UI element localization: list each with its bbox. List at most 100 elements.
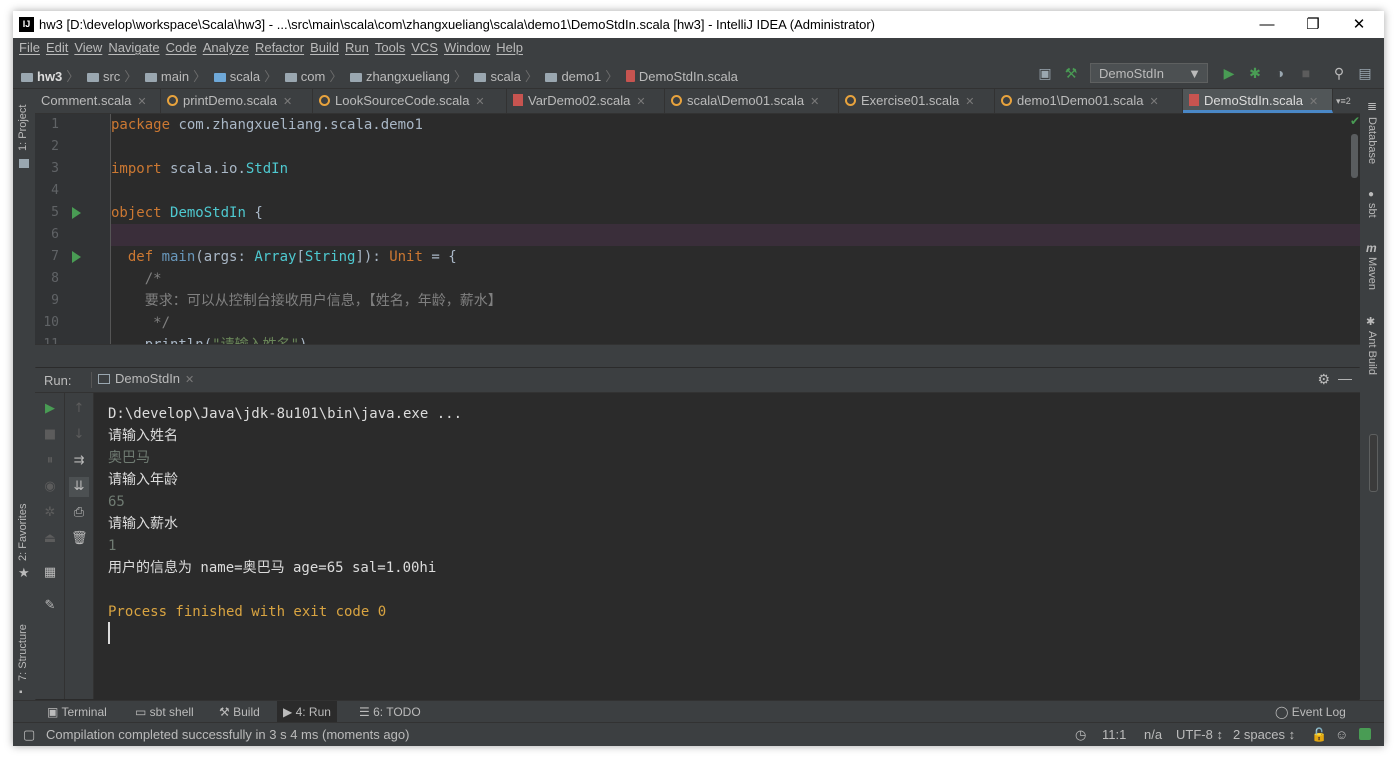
run-tab-demostdin[interactable]: DemoStdIn ✕ [94, 371, 198, 386]
coverage-icon[interactable]: ◑ [1272, 65, 1288, 81]
menu-tools[interactable]: Tools [372, 38, 408, 55]
tab-printdemo[interactable]: printDemo.scala ✕ [161, 89, 313, 113]
breadcrumb-scala[interactable]: scala 〉 [213, 66, 277, 85]
scroll-to-end-icon[interactable]: ⇊ [69, 477, 89, 497]
breadcrumb-com[interactable]: com 〉 [284, 66, 342, 85]
tab-scala-demo01[interactable]: scala\Demo01.scala ✕ [665, 89, 839, 113]
build-hammer-icon[interactable]: ⚒ [1063, 65, 1079, 81]
inspector-icon[interactable]: ☺ [1335, 727, 1348, 742]
menu-refactor[interactable]: Refactor [252, 38, 307, 55]
side-tab-ant-build[interactable]: Ant Build [1366, 331, 1378, 375]
breadcrumb-scala-package[interactable]: scala 〉 [474, 66, 538, 85]
gear-icon[interactable]: ⚙ [1317, 371, 1330, 388]
up-arrow-icon[interactable]: ↑ [71, 401, 87, 417]
status-toggle-icon[interactable]: ▢ [23, 727, 35, 743]
gutter-run-icon[interactable] [72, 251, 81, 263]
tab-build[interactable]: ⚒ Build [219, 705, 260, 719]
editor-run-splitter[interactable] [35, 344, 1360, 367]
down-arrow-icon[interactable]: ↓ [71, 427, 87, 443]
menu-vcs[interactable]: VCS [408, 38, 441, 55]
editor-scrollbar[interactable] [1351, 134, 1358, 178]
layout-icon[interactable]: ▦ [42, 565, 58, 581]
tab-demostdin[interactable]: DemoStdIn.scala ✕ [1183, 89, 1333, 113]
close-tab-icon[interactable]: ✕ [283, 96, 292, 108]
search-icon[interactable]: ⚲ [1331, 65, 1347, 81]
dump-threads-icon[interactable]: ◉ [42, 479, 58, 495]
code-line[interactable]: 9 要求：可以从控制台接收用户信息，【姓名，年龄，薪水】 [35, 290, 1360, 312]
tab-todo[interactable]: ☰ 6: TODO [359, 705, 421, 719]
lock-icon[interactable]: 🔓 [1311, 727, 1327, 743]
pause-icon[interactable]: ⏸ [42, 453, 58, 469]
tab-vardemo02[interactable]: VarDemo02.scala ✕ [507, 89, 665, 113]
code-line[interactable]: 4 [35, 180, 1360, 202]
code-line[interactable]: 1 package com.zhangxueliang.scala.demo1 [35, 114, 1360, 136]
stop-icon[interactable]: ■ [42, 427, 58, 443]
breadcrumb-project[interactable]: hw3 〉 [21, 66, 79, 85]
menu-view[interactable]: View [71, 38, 105, 55]
tab-terminal[interactable]: ▣ Terminal [47, 705, 107, 719]
gutter-run-icon[interactable] [72, 207, 81, 219]
close-tab-icon[interactable]: ✕ [185, 374, 194, 386]
tab-run[interactable]: ▶ 4: Run [277, 701, 337, 723]
breadcrumb-demo1[interactable]: demo1 〉 [545, 66, 618, 85]
tab-sbt-shell[interactable]: ▭ sbt shell [135, 705, 194, 719]
menu-help[interactable]: Help [493, 38, 526, 55]
side-tab-structure[interactable]: 7: Structure [17, 624, 29, 681]
console-output[interactable]: D:\develop\Java\jdk-8u101\bin\java.exe .… [108, 403, 462, 623]
close-tab-icon[interactable]: ✕ [636, 96, 645, 108]
close-tab-icon[interactable]: ✕ [1149, 96, 1158, 108]
settings-icon[interactable]: ✲ [42, 505, 58, 521]
project-structure-icon[interactable]: ▤ [1357, 65, 1373, 81]
menu-window[interactable]: Window [441, 38, 493, 55]
code-line[interactable]: 8 /* [35, 268, 1360, 290]
code-line[interactable]: 5 object DemoStdIn { [35, 202, 1360, 224]
tab-looksourcecode[interactable]: LookSourceCode.scala ✕ [313, 89, 507, 113]
minimize-button[interactable]: — [1244, 11, 1290, 38]
tab-exercise01[interactable]: Exercise01.scala ✕ [839, 89, 995, 113]
tab-comment[interactable]: Comment.scala ✕ [35, 89, 161, 113]
code-editor[interactable]: 1 package com.zhangxueliang.scala.demo1 2 3… [35, 114, 1360, 344]
pin-icon[interactable]: ✎ [42, 598, 58, 614]
stop-icon[interactable]: ■ [1298, 65, 1314, 81]
code-line[interactable]: 3 import scala.io.StdIn [35, 158, 1360, 180]
code-line[interactable]: 7 def main(args: Array[String]): Unit = … [35, 246, 1360, 268]
code-line[interactable]: 6 [35, 224, 1360, 246]
side-tab-maven[interactable]: Maven [1366, 257, 1378, 290]
breadcrumb-file[interactable]: DemoStdIn.scala [625, 69, 738, 84]
code-line[interactable]: 11 println("请输入姓名") [35, 334, 1360, 344]
status-message[interactable]: Compilation completed successfully in 3 … [46, 727, 409, 742]
menu-file[interactable]: File [13, 38, 43, 55]
exit-icon[interactable]: ⏏ [42, 531, 58, 547]
close-button[interactable]: ✕ [1336, 11, 1382, 38]
menu-code[interactable]: Code [163, 38, 200, 55]
debug-bug-icon[interactable]: ✱ [1247, 65, 1263, 81]
hide-panel-icon[interactable]: — [1338, 370, 1352, 386]
run-icon[interactable]: ▶ [1221, 65, 1237, 81]
restore-button[interactable]: ❐ [1290, 11, 1336, 38]
breadcrumb-src[interactable]: src 〉 [86, 66, 137, 85]
code-line[interactable]: 2 [35, 136, 1360, 158]
file-encoding[interactable]: UTF-8 ↕ [1176, 727, 1223, 742]
caret-position[interactable]: 11:1 [1102, 727, 1126, 742]
trash-icon[interactable]: 🗑 [71, 531, 88, 547]
side-tab-sbt[interactable]: sbt [1366, 203, 1378, 218]
breadcrumb-zhangxueliang[interactable]: zhangxueliang 〉 [349, 66, 467, 85]
menu-navigate[interactable]: Navigate [105, 38, 162, 55]
close-tab-icon[interactable]: ✕ [1309, 96, 1318, 108]
close-tab-icon[interactable]: ✕ [475, 96, 484, 108]
event-indicator-icon[interactable] [1359, 728, 1371, 740]
menu-analyze[interactable]: Analyze [200, 38, 252, 55]
menu-build[interactable]: Build [307, 38, 342, 55]
menu-edit[interactable]: Edit [43, 38, 71, 55]
close-tab-icon[interactable]: ✕ [810, 96, 819, 108]
close-tab-icon[interactable]: ✕ [137, 96, 146, 108]
soft-wrap-icon[interactable]: ⇉ [71, 453, 87, 469]
tab-demo1-demo01[interactable]: demo1\Demo01.scala ✕ [995, 89, 1183, 113]
code-line[interactable]: 10 */ [35, 312, 1360, 334]
side-tab-favorites[interactable]: 2: Favorites [17, 504, 29, 561]
side-tab-project[interactable]: 1: Project [17, 105, 29, 151]
close-tab-icon[interactable]: ✕ [965, 96, 974, 108]
run-configuration-select[interactable]: DemoStdIn ▼ [1090, 63, 1208, 83]
breadcrumb-main[interactable]: main 〉 [144, 66, 206, 85]
event-log-button[interactable]: ◯ Event Log [1275, 705, 1346, 719]
